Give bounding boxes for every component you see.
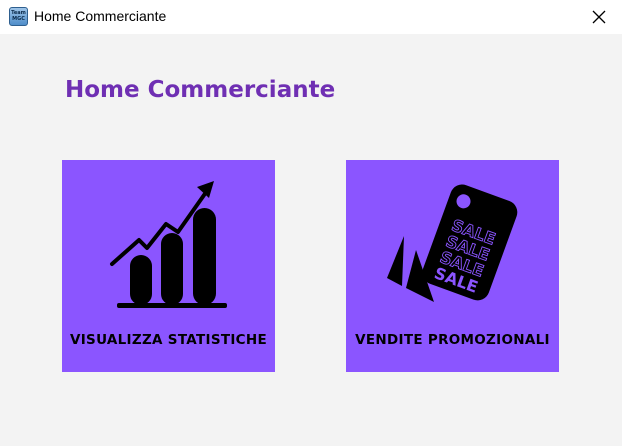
sale-tag-icon: SALE SALE SALE SALE: [387, 184, 518, 302]
window-title: Home Commerciante: [34, 8, 167, 24]
close-icon: [592, 10, 606, 24]
bar-chart-growth-icon: [110, 181, 227, 308]
close-button[interactable]: [576, 0, 622, 34]
app-icon-text-bottom: MGC: [12, 16, 25, 22]
app-icon: Team MGC: [9, 7, 28, 26]
title-bar: Team MGC Home Commerciante: [0, 0, 622, 34]
statistics-card-label: VISUALIZZA STATISTICHE: [69, 332, 268, 348]
page-title: Home Commerciante: [65, 77, 336, 103]
promotions-card-label: VENDITE PROMOZIONALI: [355, 332, 550, 348]
statistics-card-button[interactable]: VISUALIZZA STATISTICHE: [62, 160, 275, 372]
promotions-card-button[interactable]: SALE SALE SALE SALE VENDITE PROMOZIONALI: [346, 160, 559, 372]
